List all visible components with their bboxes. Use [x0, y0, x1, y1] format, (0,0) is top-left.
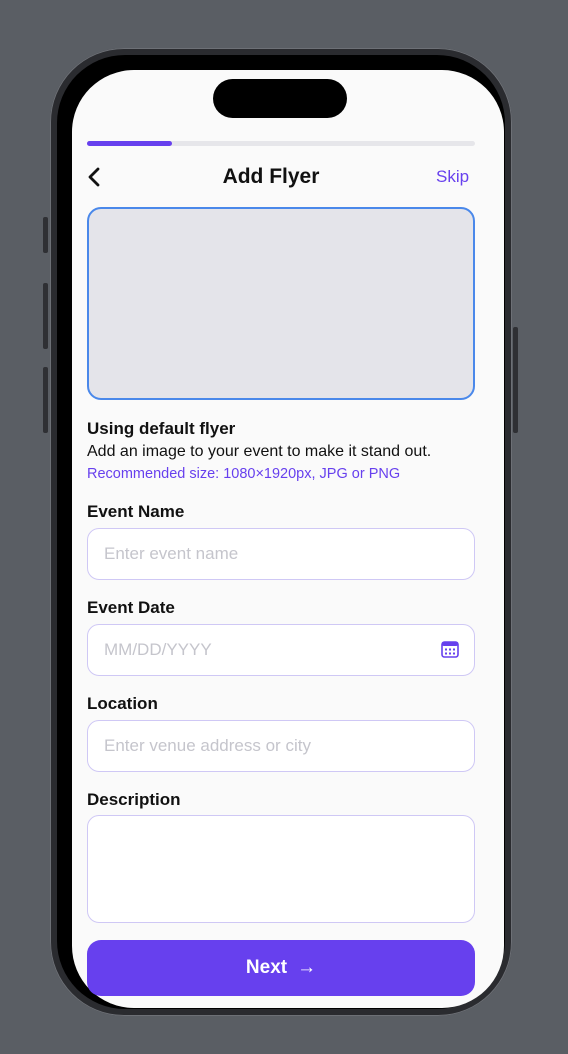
description-label: Description [87, 790, 181, 809]
calendar-icon [441, 641, 459, 658]
next-label: Next [245, 957, 288, 978]
calendar-button[interactable] [441, 640, 459, 658]
event-date-input[interactable] [87, 624, 475, 676]
page-title: Add Flyer [222, 165, 320, 188]
arrow-right-icon: → [297, 957, 317, 978]
event-name-label: Event Name [87, 502, 185, 521]
progress-bar [87, 141, 475, 146]
flyer-recommendation: Recommended size: 1080×1920px, JPG or PN… [87, 466, 401, 482]
event-date-label: Event Date [87, 598, 175, 617]
location-input[interactable] [87, 720, 475, 772]
location-label: Location [87, 694, 158, 713]
description-textarea[interactable] [87, 815, 475, 923]
progress-fill [87, 141, 173, 146]
event-name-input[interactable] [87, 528, 475, 580]
flyer-status-title: Using default flyer [87, 419, 236, 438]
skip-button[interactable]: Skip [436, 167, 469, 187]
dynamic-island [213, 79, 347, 118]
next-button[interactable]: Next → [87, 940, 475, 996]
flyer-description: Add an image to your event to make it st… [87, 443, 432, 460]
back-button[interactable] [82, 162, 110, 192]
chevron-left-icon [88, 167, 100, 187]
flyer-upload-area[interactable] [87, 207, 475, 400]
app-content: Add Flyer Skip Using default flyer Add a… [0, 0, 568, 1054]
